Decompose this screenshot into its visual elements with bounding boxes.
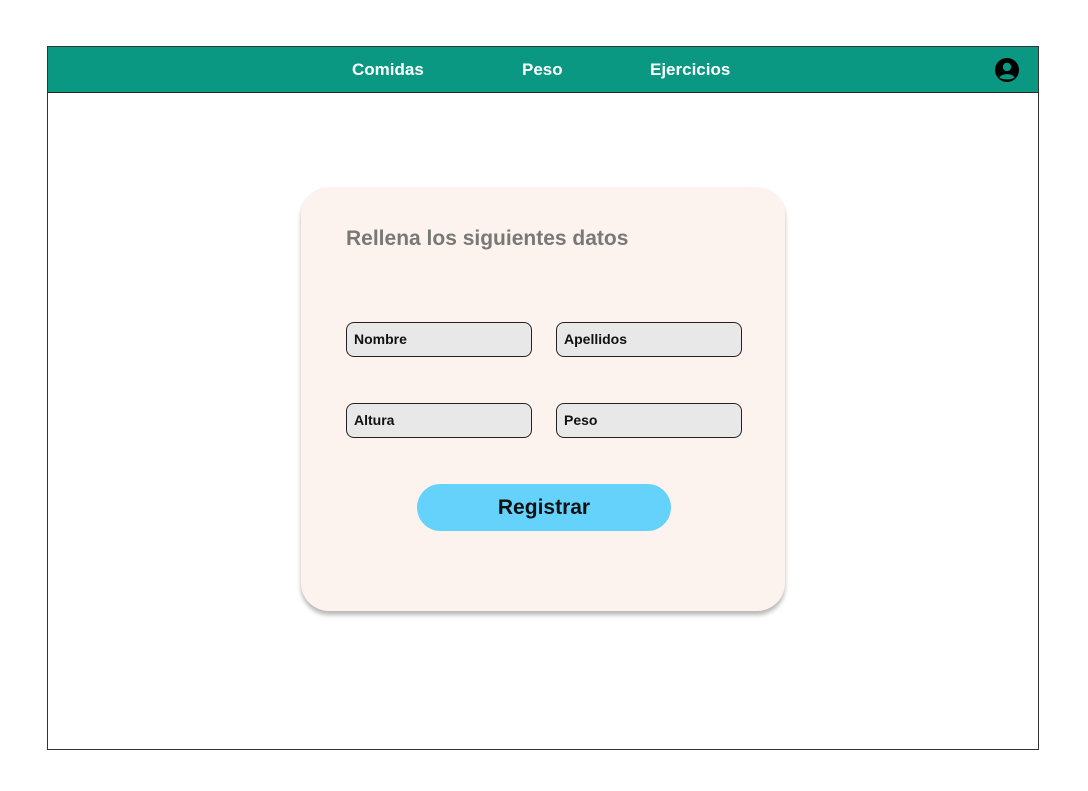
user-circle-icon-graphic [995, 58, 1019, 82]
registrar-button[interactable]: Registrar [417, 484, 671, 531]
nombre-field[interactable]: Nombre [346, 322, 532, 357]
registration-card: Rellena los siguientes datos Nombre Apel… [301, 187, 785, 611]
app-window: Comidas Peso Ejercicios Rellena los sigu… [47, 46, 1039, 750]
nombre-field-label: Nombre [354, 331, 407, 347]
nav-item-ejercicios[interactable]: Ejercicios [650, 60, 730, 80]
form-title: Rellena los siguientes datos [346, 227, 629, 250]
registrar-button-label: Registrar [497, 496, 591, 519]
peso-field[interactable]: Peso [556, 403, 742, 438]
altura-field[interactable]: Altura [346, 403, 532, 438]
user-circle-icon[interactable] [994, 57, 1020, 83]
altura-field-label: Altura [354, 412, 395, 428]
nav-item-peso[interactable]: Peso [522, 60, 563, 80]
apellidos-field[interactable]: Apellidos [556, 322, 742, 357]
apellidos-field-label: Apellidos [564, 331, 628, 347]
nav-item-comidas[interactable]: Comidas [352, 60, 424, 80]
peso-field-label: Peso [564, 412, 598, 428]
top-navigation-bar: Comidas Peso Ejercicios [48, 47, 1038, 93]
